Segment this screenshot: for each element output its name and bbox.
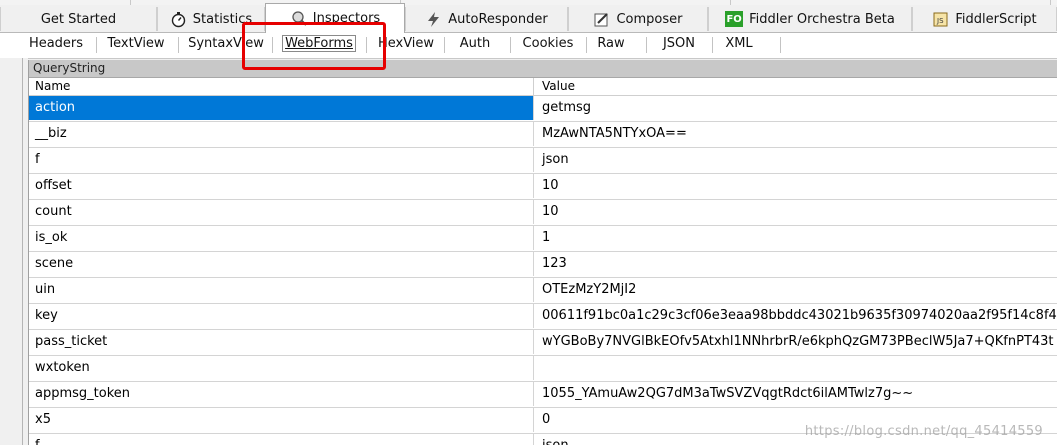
table-row[interactable]: key 00611f91bc0a1c29c3cf06e3eaa98bbddc43… xyxy=(29,304,1057,330)
querystring-caption: QueryString xyxy=(29,60,1057,78)
subtab-label: HexView xyxy=(377,36,435,51)
param-name: uin xyxy=(29,278,534,302)
param-value: MzAwNTA5NTYxOA== xyxy=(542,126,687,141)
stopwatch-icon xyxy=(170,11,187,28)
tab-label: AutoResponder xyxy=(448,11,548,27)
param-value: 123 xyxy=(542,256,567,271)
subtab-webforms[interactable]: WebForms xyxy=(276,33,362,57)
tab-get-started[interactable]: Get Started xyxy=(0,7,157,31)
left-gutter xyxy=(0,58,28,445)
subtab-label: Raw xyxy=(597,36,625,51)
inspector-sub-tabs: Headers TextView SyntaxView WebForms Hex… xyxy=(0,33,1057,59)
separator xyxy=(272,37,273,53)
param-name: f xyxy=(29,434,534,445)
tab-label: Composer xyxy=(616,11,683,27)
table-row[interactable]: wxtoken xyxy=(29,356,1057,382)
main-tab-strip: Get Started Statistics Inspectors AutoRe… xyxy=(0,3,1057,33)
table-row[interactable]: uin OTEzMzY2MjI2 xyxy=(29,278,1057,304)
separator xyxy=(510,37,511,53)
separator xyxy=(712,37,713,53)
param-value: 1055_YAmuAw2QG7dM3aTwSVZVqgtRdct6ilAMTwl… xyxy=(542,386,914,401)
subtab-raw[interactable]: Raw xyxy=(590,33,632,57)
param-name: __biz xyxy=(29,122,534,146)
table-row[interactable]: f json xyxy=(29,148,1057,174)
fiddler-inspector-window: Get Started Statistics Inspectors AutoRe… xyxy=(0,0,1057,445)
param-value: 10 xyxy=(542,204,559,219)
tab-label: Fiddler Orchestra Beta xyxy=(749,11,895,27)
subtab-cookies[interactable]: Cookies xyxy=(514,33,582,57)
pencil-icon xyxy=(593,11,610,28)
param-name: scene xyxy=(29,252,534,276)
subtab-label: Headers xyxy=(28,36,84,51)
table-row[interactable]: is_ok 1 xyxy=(29,226,1057,252)
param-name: x5 xyxy=(29,408,534,432)
param-name: is_ok xyxy=(29,226,534,250)
param-name: offset xyxy=(29,174,534,198)
subtab-label: SyntaxView xyxy=(188,36,264,51)
param-name: f xyxy=(29,148,534,172)
tab-fiddlerscript[interactable]: JS FiddlerScript xyxy=(912,7,1057,31)
querystring-panel: QueryString Name Value action getmsg __b… xyxy=(28,60,1057,445)
param-name: appmsg_token xyxy=(29,382,534,406)
param-value: getmsg xyxy=(542,100,592,115)
watermark: https://blog.csdn.net/qq_45414559 xyxy=(804,424,1043,439)
table-row[interactable]: scene 123 xyxy=(29,252,1057,278)
separator xyxy=(646,37,647,53)
param-value: OTEzMzY2MjI2 xyxy=(542,282,637,297)
param-value: 00611f91bc0a1c29c3cf06e3eaa98bbddc43021b… xyxy=(542,308,1057,323)
tab-statistics[interactable]: Statistics xyxy=(157,7,265,31)
subtab-syntaxview[interactable]: SyntaxView xyxy=(182,33,270,57)
tab-inspectors[interactable]: Inspectors xyxy=(265,3,405,33)
subtab-label: WebForms xyxy=(282,35,356,52)
column-header-value[interactable]: Value xyxy=(534,78,575,95)
tab-composer[interactable]: Composer xyxy=(568,7,708,31)
lightning-icon xyxy=(425,11,442,28)
table-row[interactable]: pass_ticket wYGBoBy7NVGlBkEOfv5Atxhl1NNh… xyxy=(29,330,1057,356)
param-name: action xyxy=(29,96,534,120)
subtab-headers[interactable]: Headers xyxy=(24,33,88,57)
column-header-name[interactable]: Name xyxy=(29,78,534,95)
script-icon: JS xyxy=(932,11,949,28)
subtab-label: TextView xyxy=(107,36,165,51)
subtab-auth[interactable]: Auth xyxy=(448,33,502,57)
param-name: key xyxy=(29,304,534,328)
tab-autoresponder[interactable]: AutoResponder xyxy=(405,7,568,31)
table-row[interactable]: action getmsg xyxy=(29,96,1057,122)
subtab-label: Auth xyxy=(459,36,491,51)
table-row[interactable]: __biz MzAwNTA5NTYxOA== xyxy=(29,122,1057,148)
subtab-xml[interactable]: XML xyxy=(716,33,762,57)
separator xyxy=(444,37,445,53)
table-row[interactable]: offset 10 xyxy=(29,174,1057,200)
separator xyxy=(780,37,781,53)
subtab-json[interactable]: JSON xyxy=(650,33,708,57)
svg-text:JS: JS xyxy=(936,17,944,25)
tab-fiddler-orchestra-beta[interactable]: FO Fiddler Orchestra Beta xyxy=(708,7,912,31)
separator xyxy=(366,37,367,53)
param-name: wxtoken xyxy=(29,356,534,380)
subtab-label: Cookies xyxy=(522,36,574,51)
subtab-label: XML xyxy=(725,36,753,51)
subtab-hexview[interactable]: HexView xyxy=(372,33,440,57)
param-value: wYGBoBy7NVGlBkEOfv5Atxhl1NNhrbrR/e6kphQz… xyxy=(542,334,1054,349)
separator xyxy=(96,37,97,53)
separator xyxy=(178,37,179,53)
subtab-label: JSON xyxy=(662,36,696,51)
tab-label: FiddlerScript xyxy=(955,11,1037,27)
grid-header: Name Value xyxy=(29,78,1057,96)
param-value: 10 xyxy=(542,178,559,193)
tab-label: Get Started xyxy=(40,11,117,27)
param-value xyxy=(534,356,1057,380)
separator xyxy=(586,37,587,53)
fo-badge-icon: FO xyxy=(725,11,744,27)
inspector-icon xyxy=(290,10,307,27)
param-value: 1 xyxy=(542,230,551,245)
param-name: count xyxy=(29,200,534,224)
tab-label: Inspectors xyxy=(312,11,381,26)
param-value: json xyxy=(542,152,569,167)
subtab-textview[interactable]: TextView xyxy=(100,33,172,57)
param-name: pass_ticket xyxy=(29,330,534,354)
table-row[interactable]: appmsg_token 1055_YAmuAw2QG7dM3aTwSVZVqg… xyxy=(29,382,1057,408)
tab-label: Statistics xyxy=(192,11,253,27)
table-row[interactable]: count 10 xyxy=(29,200,1057,226)
